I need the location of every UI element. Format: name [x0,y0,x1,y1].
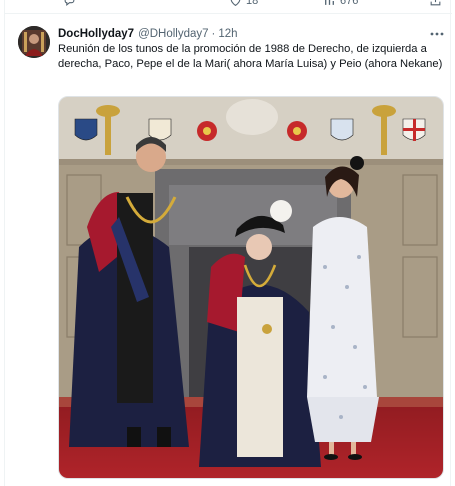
more-options-button[interactable] [429,26,445,42]
tweet-photo[interactable] [58,96,444,479]
tweet-text: Reunión de los tunos de la promoción de … [58,43,443,70]
reply-action[interactable] [63,0,76,7]
views-action[interactable]: 676 [323,0,358,7]
separator-dot: · [211,28,216,40]
timestamp[interactable]: 12h [218,28,237,40]
timeline-column: 18 676 DocHollyday7 @DHollyday7 · 12h Re… [4,0,452,486]
avatar-image [18,26,50,58]
view-count: 676 [340,0,359,7]
more-horizontal-icon [430,32,444,36]
display-name[interactable]: DocHollyday7 [58,28,134,40]
previous-tweet-action-bar: 18 676 [5,0,452,14]
bar-chart-icon [325,0,334,5]
share-action[interactable] [429,0,442,7]
reply-icon [64,0,75,6]
share-icon [430,0,441,6]
photo-image [59,97,443,478]
user-handle[interactable]: @DHollyday7 [138,28,208,40]
like-action[interactable]: 18 [229,0,258,7]
tweet-header: DocHollyday7 @DHollyday7 · 12h [58,26,238,42]
user-avatar[interactable] [18,26,50,58]
heart-icon [230,0,241,7]
like-count: 18 [246,0,259,7]
